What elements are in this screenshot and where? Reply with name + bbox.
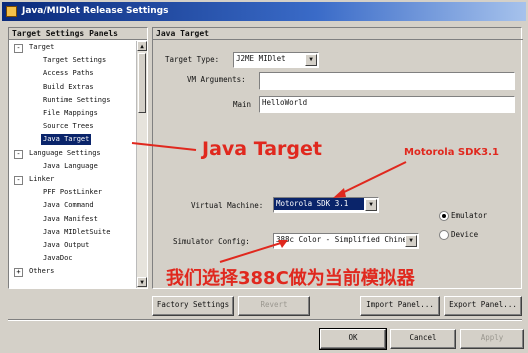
java-target-annotation: Java Target — [202, 138, 322, 160]
chinese-note-arrow — [219, 241, 285, 263]
motorola-annotation: Motorola SDK3.1 — [404, 147, 499, 158]
chinese-note-annotation: 我们选择388C做为当前模拟器 — [166, 268, 415, 289]
java-target-arrow — [131, 142, 197, 151]
annotation-arrows — [131, 142, 407, 263]
settings-dialog: Java/MIDlet Release Settings Target Sett… — [0, 0, 528, 353]
motorola-arrowhead-icon — [333, 188, 346, 198]
motorola-arrow — [337, 161, 407, 196]
